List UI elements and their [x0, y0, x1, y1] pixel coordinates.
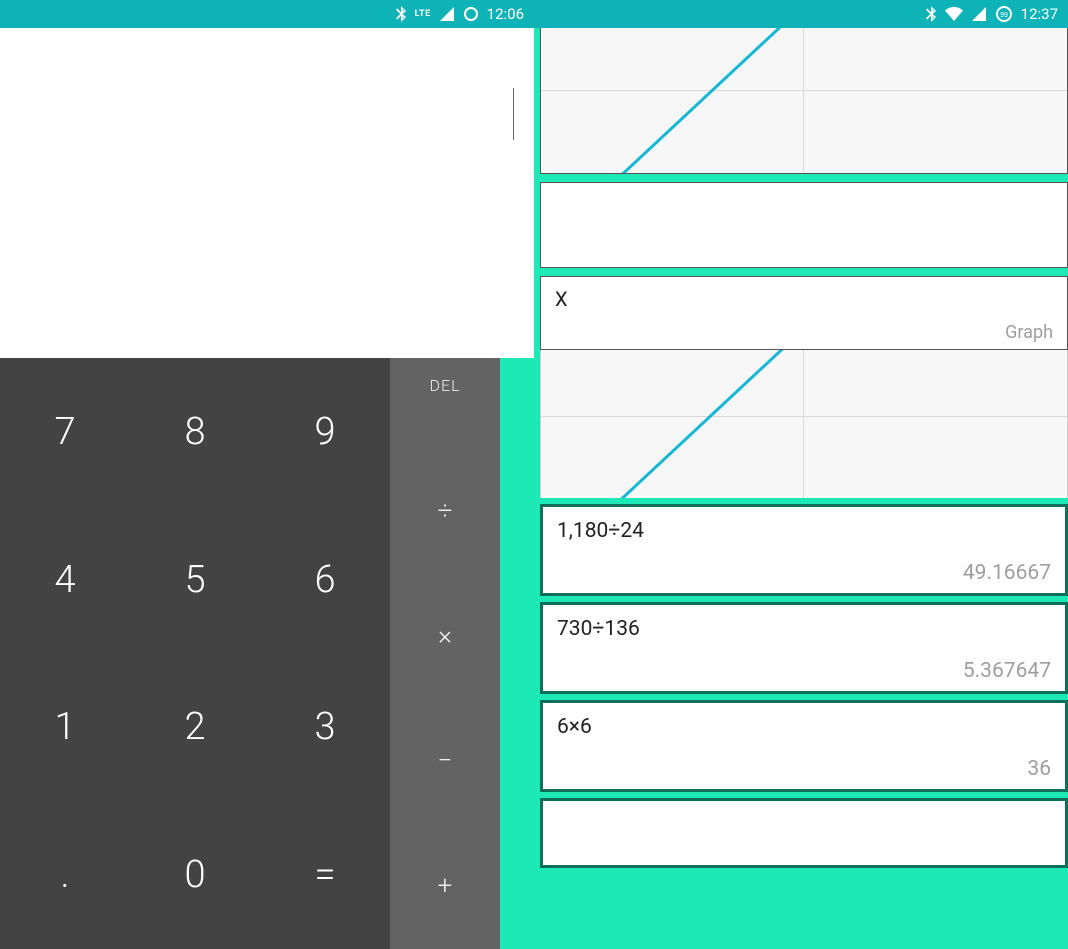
key-4[interactable]: 4 — [0, 506, 130, 654]
numeric-pad: 7 8 9 4 5 6 1 2 3 . 0 = — [0, 358, 390, 949]
screen-history: 99 12:37 X Graph 1,180÷24 49.16667 730÷1 — [534, 0, 1068, 949]
history-item[interactable]: 730÷136 5.367647 — [540, 602, 1068, 694]
expression-label: X — [555, 287, 1053, 311]
key-multiply[interactable]: × — [390, 573, 500, 698]
history-result: 36 — [1027, 757, 1051, 781]
key-8[interactable]: 8 — [130, 358, 260, 506]
key-equals[interactable]: = — [260, 801, 390, 949]
cellular-signal-icon — [971, 6, 987, 22]
key-subtract[interactable]: − — [390, 699, 500, 824]
graph-label: Graph — [1005, 322, 1053, 343]
history-expression: 730÷136 — [557, 617, 1051, 641]
key-9[interactable]: 9 — [260, 358, 390, 506]
key-delete[interactable]: DEL — [390, 358, 500, 448]
history-item[interactable]: 6×6 36 — [540, 700, 1068, 792]
calculator-display[interactable] — [0, 28, 534, 358]
status-time: 12:37 — [1021, 5, 1058, 23]
wifi-icon — [945, 7, 963, 21]
bluetooth-icon — [925, 6, 937, 22]
keypad: 7 8 9 4 5 6 1 2 3 . 0 = DEL ÷ × − + — [0, 358, 534, 949]
history-list: 1,180÷24 49.16667 730÷136 5.367647 6×6 3… — [540, 504, 1068, 868]
lte-indicator: LTE — [415, 9, 431, 19]
cellular-signal-icon — [439, 6, 455, 22]
status-bar-left: LTE 12:06 — [0, 0, 534, 28]
blank-card[interactable] — [540, 182, 1068, 268]
advanced-panel-handle[interactable] — [500, 358, 534, 949]
status-bar-right: 99 12:37 — [534, 0, 1068, 28]
status-time: 12:06 — [487, 5, 524, 23]
history-expression: 6×6 — [557, 715, 1051, 739]
circle-icon — [463, 6, 479, 22]
history-item[interactable] — [540, 798, 1068, 868]
history-item[interactable]: 1,180÷24 49.16667 — [540, 504, 1068, 596]
key-add[interactable]: + — [390, 824, 500, 949]
screen-calculator: LTE 12:06 7 8 9 4 5 6 1 2 3 . 0 = DEL ÷ — [0, 0, 534, 949]
key-0[interactable]: 0 — [130, 801, 260, 949]
key-7[interactable]: 7 — [0, 358, 130, 506]
history-expression: 1,180÷24 — [557, 519, 1051, 543]
text-cursor-icon — [513, 88, 514, 140]
graph-preview-top[interactable] — [540, 28, 1068, 174]
key-3[interactable]: 3 — [260, 654, 390, 802]
graph-preview-bottom[interactable] — [540, 350, 1068, 498]
svg-text:99: 99 — [1000, 12, 1008, 19]
key-2[interactable]: 2 — [130, 654, 260, 802]
key-6[interactable]: 6 — [260, 506, 390, 654]
battery-circle-icon: 99 — [995, 5, 1013, 23]
history-result: 5.367647 — [963, 659, 1051, 683]
bluetooth-icon — [395, 6, 407, 22]
key-5[interactable]: 5 — [130, 506, 260, 654]
key-1[interactable]: 1 — [0, 654, 130, 802]
key-divide[interactable]: ÷ — [390, 448, 500, 573]
operator-column: DEL ÷ × − + — [390, 358, 500, 949]
key-dot[interactable]: . — [0, 801, 130, 949]
expression-x-card[interactable]: X Graph — [540, 276, 1068, 350]
history-body[interactable]: X Graph 1,180÷24 49.16667 730÷136 5.3676… — [534, 28, 1068, 949]
history-result: 49.16667 — [963, 561, 1051, 585]
